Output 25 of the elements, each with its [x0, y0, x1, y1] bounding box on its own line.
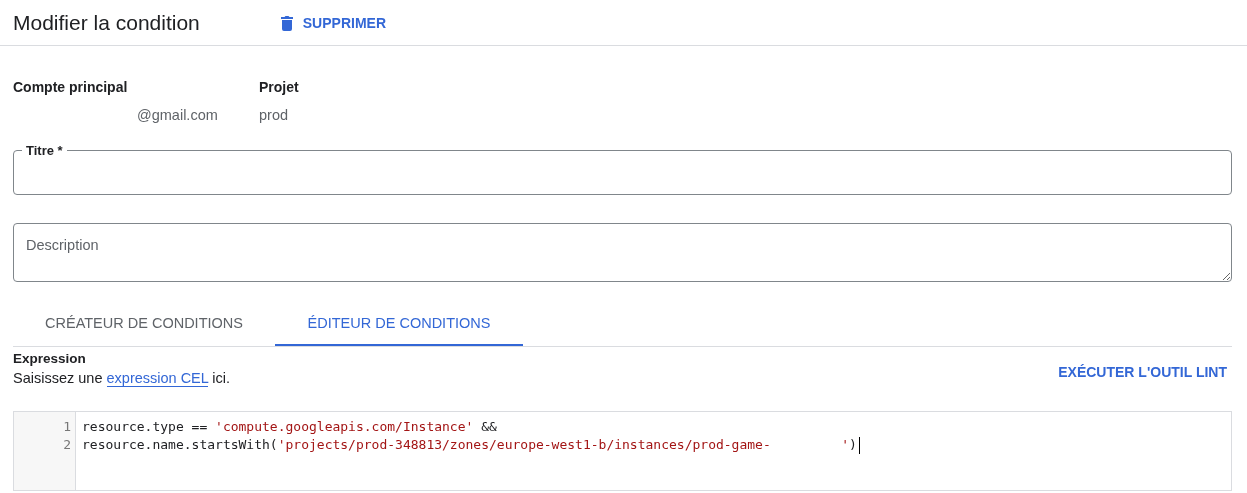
cel-link[interactable]: expression CEL: [106, 370, 209, 387]
tab[interactable]: ÉDITEUR DE CONDITIONS: [275, 302, 523, 346]
info-value: prod: [259, 107, 290, 123]
line-number: 2: [63, 436, 71, 454]
line-number: 1: [63, 418, 71, 436]
code-token: 'compute.googleapis.com/Instance': [215, 418, 474, 436]
code-token: 'projects/prod-348813/zones/europe-west1-b/instances/prod-game- ': [277, 436, 850, 454]
field-label: Titre *: [25, 143, 64, 158]
tab[interactable]: CRÉATEUR DE CONDITIONS: [13, 302, 275, 346]
delete-button[interactable]: SUPPRIMER: [275, 10, 390, 35]
info-label: Projet: [259, 79, 300, 95]
page-title: Modifier la condition: [13, 10, 200, 35]
title-field[interactable]: Titre *: [13, 143, 1232, 195]
code-token: ): [849, 436, 857, 454]
code-token: resource.type ==: [82, 418, 209, 436]
code-token: resource.name.startsWith(: [82, 436, 278, 454]
info-label: Compte principal: [13, 79, 128, 95]
trash-icon: [279, 14, 294, 31]
code-token: &&: [480, 418, 497, 436]
hint-text: Saisissez une expression CEL ici.: [13, 370, 231, 386]
info-value: @gmail.com: [137, 107, 218, 123]
description-field[interactable]: Description: [13, 223, 1232, 282]
expression-heading: Expression: [13, 351, 87, 366]
code-editor[interactable]: 1 2 resource.type == 'compute.googleapis.com/Instance' && resource.name.startsWith('projects/prod-348813/zones/europe-west1-b/instances/prod-game- '): [13, 411, 1232, 491]
lint-button[interactable]: EXÉCUTER L'OUTIL LINT: [1058, 364, 1227, 380]
